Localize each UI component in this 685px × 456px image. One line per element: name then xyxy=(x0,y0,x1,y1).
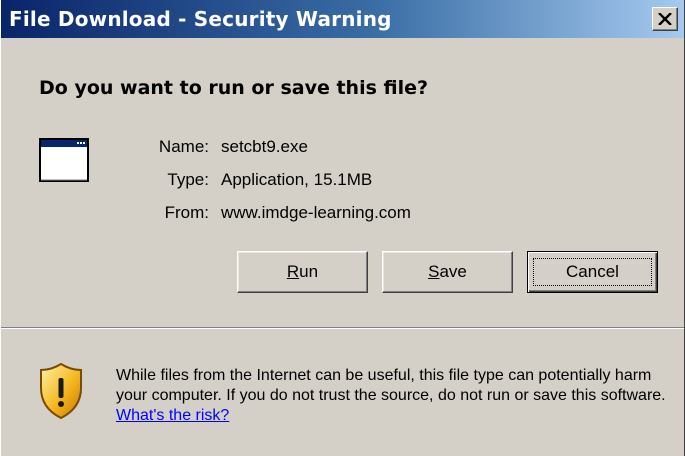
security-warning-text: While files from the Internet can be use… xyxy=(116,366,676,426)
close-icon xyxy=(658,13,672,25)
shield-warning-icon xyxy=(40,362,82,420)
cancel-button[interactable]: Cancel xyxy=(527,251,658,293)
file-name-row: Name: xyxy=(1,137,209,159)
warning-message: While files from the Internet can be use… xyxy=(116,367,666,404)
from-label: From: xyxy=(164,203,209,222)
divider xyxy=(1,327,684,329)
save-button[interactable]: Save xyxy=(382,251,513,293)
run-label: un xyxy=(299,262,319,281)
file-from-row: From: xyxy=(1,203,209,225)
file-name-value: setcbt9.exe xyxy=(221,137,308,156)
type-label: Type: xyxy=(167,170,209,189)
name-label: Name: xyxy=(158,137,209,156)
save-accelerator: S xyxy=(428,262,440,281)
close-button[interactable] xyxy=(652,7,678,31)
title-bar[interactable]: File Download - Security Warning xyxy=(1,0,684,38)
file-type-value: Application, 15.1MB xyxy=(221,170,373,189)
whats-the-risk-link[interactable]: What's the risk? xyxy=(116,407,229,424)
dialog-question: Do you want to run or save this file? xyxy=(39,77,429,99)
run-button[interactable]: Run xyxy=(237,251,368,293)
run-accelerator: R xyxy=(286,262,300,281)
file-download-dialog: File Download - Security Warning Do you … xyxy=(0,0,685,456)
file-from-value: www.imdge-learning.com xyxy=(221,203,411,222)
window-title: File Download - Security Warning xyxy=(9,7,392,31)
save-label: ave xyxy=(439,262,467,281)
focus-ring xyxy=(533,258,652,286)
file-type-row: Type: xyxy=(1,170,209,192)
